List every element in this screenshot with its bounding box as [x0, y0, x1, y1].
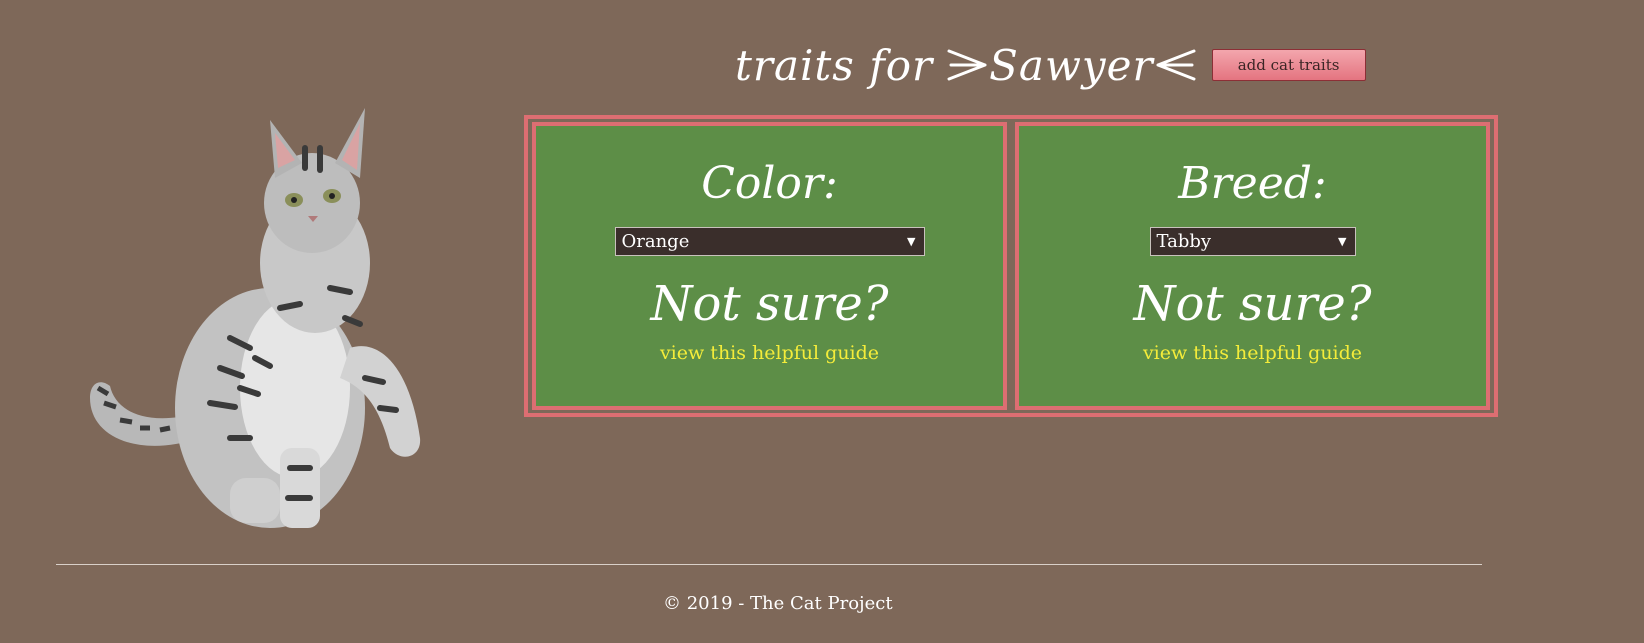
color-not-sure: Not sure?: [650, 276, 889, 332]
color-guide-link[interactable]: view this helpful guide: [660, 342, 879, 364]
add-cat-traits-button[interactable]: add cat traits: [1211, 49, 1366, 81]
dropdown-arrow-icon: ▼: [1338, 235, 1347, 248]
cat-photo: [90, 108, 421, 528]
color-select-value: Orange: [621, 231, 690, 252]
footer-divider: [56, 564, 1482, 565]
breed-card: Breed: Tabby ▼ Not sure? view this helpf…: [1015, 122, 1490, 410]
breed-title: Breed:: [1178, 158, 1327, 209]
title-prefix: traits for: [735, 40, 934, 90]
breed-not-sure: Not sure?: [1133, 276, 1372, 332]
footer-copyright: © 2019 - The Cat Project: [663, 593, 893, 614]
color-card: Color: Orange ▼ Not sure? view this help…: [532, 122, 1007, 410]
breed-guide-link[interactable]: view this helpful guide: [1143, 342, 1362, 364]
right-whiskers-icon: [1156, 49, 1196, 81]
left-whiskers-icon: [947, 49, 987, 81]
color-select[interactable]: Orange ▼: [614, 227, 925, 256]
breed-select-value: Tabby: [1156, 231, 1212, 252]
breed-select[interactable]: Tabby ▼: [1149, 227, 1356, 256]
dropdown-arrow-icon: ▼: [907, 235, 916, 248]
color-title: Color:: [701, 158, 838, 209]
cat-name: Sawyer: [989, 40, 1154, 90]
traits-panel: Color: Orange ▼ Not sure? view this help…: [524, 115, 1498, 417]
page-header: traits for Sawyer add cat traits: [735, 30, 1366, 100]
